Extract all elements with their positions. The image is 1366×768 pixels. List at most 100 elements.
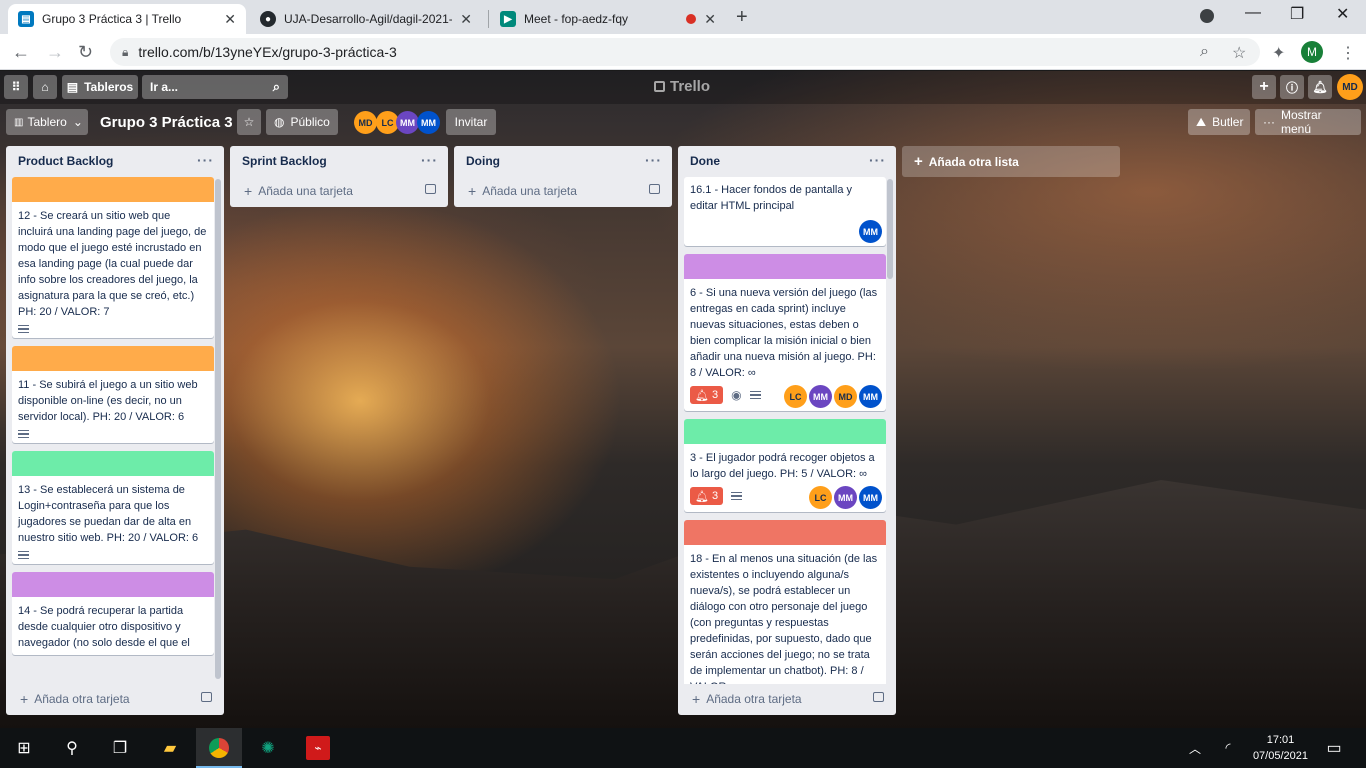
template-icon[interactable]: [649, 184, 660, 194]
chrome-menu-icon[interactable]: ⋮: [1340, 43, 1356, 63]
member-avatar[interactable]: MM: [859, 385, 882, 408]
user-avatar[interactable]: MD: [1337, 74, 1363, 100]
profile-avatar[interactable]: M: [1301, 41, 1323, 63]
member-avatar[interactable]: LC: [784, 385, 807, 408]
back-icon[interactable]: ←: [12, 42, 30, 63]
search-input[interactable]: Ir a... ⌕: [142, 75, 288, 99]
trello-logo[interactable]: Trello: [654, 78, 710, 95]
tab-meet[interactable]: ▶ Meet - fop-aedz-fqy ✕: [490, 4, 726, 34]
notifications-icon[interactable]: 🔔︎: [1308, 75, 1332, 99]
add-list-button[interactable]: + Añada otra lista: [902, 146, 1120, 177]
reload-icon[interactable]: ↻: [78, 42, 93, 63]
tab-github[interactable]: ● UJA-Desarrollo-Agil/dagil-2021-g ✕: [250, 4, 482, 34]
member-avatar[interactable]: MM: [834, 486, 857, 509]
app-icon[interactable]: ✺: [256, 736, 280, 760]
list-header[interactable]: Done ···: [678, 146, 896, 176]
butler-button[interactable]: ⛰ Butler: [1188, 109, 1250, 135]
window-close-icon[interactable]: ✕: [1336, 4, 1349, 24]
close-icon[interactable]: ✕: [224, 11, 236, 28]
card[interactable]: 3 - El jugador podrá recoger objetos a l…: [684, 419, 886, 512]
system-clock[interactable]: 17:01 07/05/2021: [1253, 732, 1308, 764]
list-header[interactable]: Product Backlog ···: [6, 146, 224, 176]
bookmark-star-icon[interactable]: ☆: [1232, 43, 1246, 63]
list-scrollbar[interactable]: [887, 179, 893, 279]
show-menu-button[interactable]: ··· Mostrar menú: [1255, 108, 1361, 136]
visibility-button[interactable]: ◍ Público: [266, 109, 338, 135]
card[interactable]: 11 - Se subirá el juego a un sitio web d…: [12, 346, 214, 443]
template-icon[interactable]: [425, 184, 436, 194]
star-icon[interactable]: ☆: [237, 109, 261, 135]
template-icon[interactable]: [873, 692, 884, 702]
info-icon[interactable]: ⓘ: [1280, 75, 1304, 99]
member-avatar[interactable]: MM: [859, 220, 882, 243]
add-card-label: Añada una tarjeta: [258, 184, 353, 198]
clock-date: 07/05/2021: [1252, 750, 1308, 762]
card[interactable]: 16.1 - Hacer fondos de pantalla y editar…: [684, 177, 886, 246]
home-icon[interactable]: ⌂: [33, 75, 57, 99]
chrome-icon[interactable]: [207, 736, 231, 760]
tray-chevron-icon[interactable]: ︿: [1183, 736, 1207, 760]
member-avatar[interactable]: MM: [417, 111, 440, 134]
member-avatar[interactable]: MM: [396, 111, 419, 134]
member-avatar[interactable]: MD: [354, 111, 377, 134]
github-icon: ●: [260, 11, 276, 27]
card[interactable]: 18 - En al menos una situación (de las e…: [684, 520, 886, 684]
windows-start-icon[interactable]: ⊞: [12, 736, 36, 760]
tab-search-icon[interactable]: [1200, 9, 1214, 23]
list-scrollbar[interactable]: [215, 179, 221, 679]
list-header[interactable]: Doing ···: [454, 146, 672, 176]
zoom-icon[interactable]: ⌕: [1200, 43, 1209, 61]
plus-icon: +: [468, 183, 477, 199]
list-menu-icon[interactable]: ···: [869, 152, 886, 168]
apps-icon[interactable]: ⠿: [4, 75, 28, 99]
file-explorer-icon[interactable]: ▰: [158, 736, 182, 760]
card[interactable]: 13 - Se establecerá un sistema de Login+…: [12, 451, 214, 564]
card-cover: [12, 346, 214, 371]
member-avatar[interactable]: MD: [834, 385, 857, 408]
member-avatar[interactable]: LC: [809, 486, 832, 509]
task-view-icon[interactable]: ❐: [108, 736, 132, 760]
add-card-button[interactable]: + Añada otra tarjeta: [6, 684, 224, 714]
card-badges: MM: [684, 218, 886, 246]
boards-button[interactable]: ▤ Tableros: [62, 75, 138, 99]
forward-icon[interactable]: →: [46, 42, 64, 63]
add-card-button[interactable]: + Añada otra tarjeta: [678, 684, 896, 714]
url-field[interactable]: 🔒︎ trello.com/b/13yneYEx/grupo-3-práctic…: [110, 38, 1260, 66]
restore-icon[interactable]: ❐: [1290, 4, 1304, 24]
board-view-switcher[interactable]: ▥ Tablero ⌄: [6, 109, 88, 135]
list-menu-icon[interactable]: ···: [421, 152, 438, 168]
action-center-icon[interactable]: ▭: [1322, 736, 1346, 760]
card-title: 6 - Si una nueva versión del juego (las …: [690, 287, 878, 379]
card-badges: [12, 550, 214, 564]
network-icon[interactable]: ◜: [1216, 736, 1240, 760]
card[interactable]: 14 - Se podrá recuperar la partida desde…: [12, 572, 214, 655]
close-icon[interactable]: ✕: [460, 11, 472, 28]
invite-button[interactable]: Invitar: [446, 109, 496, 135]
template-icon[interactable]: [201, 692, 212, 702]
list-header[interactable]: Sprint Backlog ···: [230, 146, 448, 176]
member-avatar[interactable]: MM: [809, 385, 832, 408]
add-card-button[interactable]: + Añada una tarjeta: [230, 176, 448, 206]
search-icon[interactable]: ⚲: [60, 736, 84, 760]
chevron-down-icon: ⌄: [72, 115, 83, 129]
divider: [343, 109, 345, 135]
card[interactable]: 6 - Si una nueva versión del juego (las …: [684, 254, 886, 411]
list-sprint-backlog: Sprint Backlog ··· + Añada una tarjeta: [230, 146, 448, 207]
add-card-button[interactable]: + Añada una tarjeta: [454, 176, 672, 206]
close-icon[interactable]: ✕: [704, 11, 716, 28]
create-icon[interactable]: +: [1252, 75, 1276, 99]
card-cover: [684, 520, 886, 545]
card-title: 3 - El jugador podrá recoger objetos a l…: [690, 452, 875, 480]
member-avatar[interactable]: MM: [859, 486, 882, 509]
list-product-backlog: Product Backlog ··· 12 - Se creará un si…: [6, 146, 224, 715]
windows-taskbar: ⊞ ⚲ ❐ ▰ ✺ ⌁ ︿ ◜ 17:01 07/05/2021 ▭: [0, 728, 1366, 768]
tab-trello[interactable]: ▤ Grupo 3 Práctica 3 | Trello ✕: [8, 4, 246, 34]
new-tab-button[interactable]: +: [736, 6, 748, 29]
list-menu-icon[interactable]: ···: [645, 152, 662, 168]
minimize-icon[interactable]: —: [1245, 4, 1261, 22]
pdf-reader-icon[interactable]: ⌁: [306, 736, 330, 760]
extensions-icon[interactable]: ✦: [1272, 43, 1285, 63]
card[interactable]: 12 - Se creará un sitio web que incluirá…: [12, 177, 214, 338]
list-menu-icon[interactable]: ···: [197, 152, 214, 168]
board-title[interactable]: Grupo 3 Práctica 3: [100, 114, 233, 131]
